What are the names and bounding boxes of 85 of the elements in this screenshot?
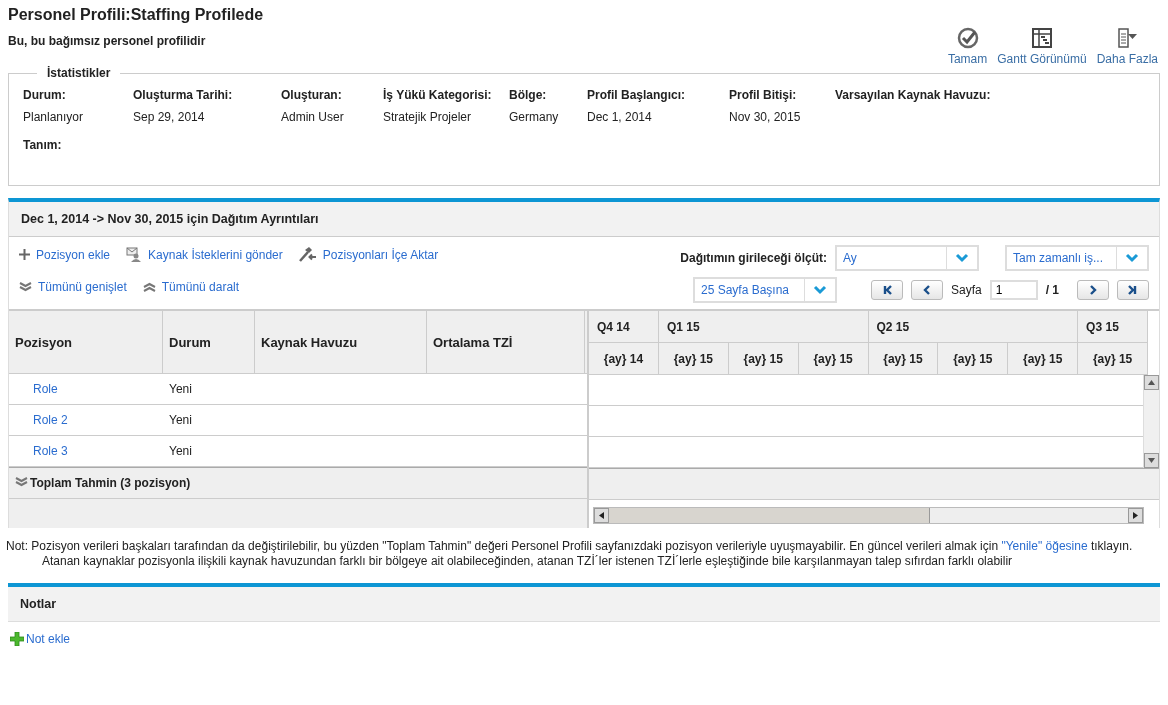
toolbar-button[interactable]: Gantt Görünümü	[997, 27, 1087, 66]
double-chevron-down-icon	[15, 477, 28, 487]
measure-label: Dağıtımın girileceği ölçüt:	[680, 251, 827, 265]
chevron-right-icon	[1087, 284, 1099, 296]
field-value: Stratejik Projeler	[383, 110, 473, 124]
document-dropdown-icon	[1116, 27, 1139, 49]
action-link[interactable]: Pozisyonları İçe Aktar	[298, 247, 439, 262]
double-chevron-down-icon	[19, 282, 32, 292]
last-page-icon	[1127, 284, 1139, 296]
page-title: Personel Profili:Staffing Profilede	[8, 5, 264, 24]
month-header: {ay} 15	[728, 343, 799, 374]
previous-page-button[interactable]	[910, 280, 943, 300]
field-value: Admin User	[281, 110, 345, 124]
toolbar-button[interactable]: Daha Fazla	[1096, 27, 1158, 66]
vertical-scrollbar[interactable]	[1143, 375, 1159, 468]
plus-icon	[10, 632, 24, 646]
quarter-header: Q1 15	[658, 311, 869, 342]
triangle-down-icon[interactable]	[1148, 458, 1155, 463]
month-header: {ay} 15	[658, 343, 729, 374]
note-detail: Atanan kaynaklar pozisyonla ilişkili kaynak havuzundan farklı bir bölgeye ait olabileceğinden, atanan TZİ´ler istenen TZİ´lerle eşleştiğinde bile karşılanmayan talep sıfırdan farklı olabilir	[42, 554, 1014, 569]
next-page-button[interactable]	[1077, 280, 1109, 300]
field-label: İş Yükü Kategorisi:	[383, 88, 493, 102]
column-header[interactable]: Durum	[163, 311, 255, 373]
position-link[interactable]: Role	[9, 382, 163, 396]
field-value: Sep 29, 2014	[133, 110, 206, 124]
position-link[interactable]: Role 3	[9, 444, 163, 458]
hammer-arrow-icon	[298, 247, 317, 262]
field-label: Oluşturan:	[281, 88, 343, 102]
column-header[interactable]: Kaynak Havuzu	[255, 311, 427, 373]
action-link[interactable]: Kaynak İsteklerini gönder	[126, 247, 283, 262]
quarter-header: Q3 15	[1078, 311, 1148, 342]
field-label: Durum:	[23, 88, 67, 102]
statistics-legend: İstatistikler	[37, 66, 121, 80]
add-note-link[interactable]: Not ekle	[10, 632, 1168, 646]
refresh-link[interactable]: "Yenile" öğesine	[1001, 539, 1088, 553]
unit-dropdown[interactable]: Tam zamanlı iş...	[1005, 245, 1149, 271]
field-label: Profil Bitişi:	[729, 88, 798, 102]
panel-title: Notlar	[8, 583, 1160, 622]
triangle-up-icon[interactable]	[1148, 380, 1155, 385]
measure-dropdown[interactable]: Ay	[835, 245, 979, 271]
field-label: Tanım:	[23, 138, 63, 152]
triangle-left-icon[interactable]	[599, 512, 604, 519]
quarter-header: Q4 14	[589, 311, 659, 342]
page-label: Sayfa	[950, 283, 982, 297]
status-cell-text: Yeni	[168, 413, 193, 427]
double-chevron-up-icon	[142, 282, 156, 292]
position-link[interactable]: Role 2	[9, 413, 163, 427]
panel-title: Dec 1, 2014 -> Nov 30, 2015 için Dağıtım Ayrıntıları	[9, 202, 1159, 237]
toolbar-button[interactable]: Tamam	[947, 27, 988, 66]
page-size-dropdown[interactable]: 25 Sayfa Başına	[692, 277, 837, 303]
month-header: {ay} 15	[798, 343, 869, 374]
summary-label: Toplam Tahmin (3 pozisyon)	[30, 476, 191, 490]
field-value: Dec 1, 2014	[587, 110, 653, 124]
column-header[interactable]: Pozisyon	[9, 311, 163, 373]
column-header[interactable]: Ortalama TZİ	[427, 311, 585, 373]
month-header: {ay} 15	[1008, 343, 1079, 374]
month-header: {ay} 15	[868, 343, 939, 374]
gantt-chart-icon	[1030, 27, 1053, 49]
field-value: Nov 30, 2015	[729, 110, 802, 124]
mail-person-icon	[126, 247, 143, 262]
month-header: {ay} 15	[1078, 343, 1148, 374]
check-circle-icon	[956, 27, 979, 49]
status-cell-text: Yeni	[168, 444, 193, 458]
horizontal-scrollbar[interactable]	[593, 507, 1144, 524]
field-label: Profil Başlangıcı:	[587, 88, 687, 102]
field-value: Planlanıyor	[23, 110, 85, 124]
status-cell-text: Yeni	[168, 382, 193, 396]
action-link[interactable]: Tümünü daralt	[142, 280, 240, 294]
page-input[interactable]: 1	[989, 280, 1038, 300]
field-label: Oluşturma Tarihi:	[133, 88, 234, 102]
field-label: Bölge:	[509, 88, 548, 102]
month-header: {ay} 15	[938, 343, 1009, 374]
page-subtitle: Bu, bu bağımsız personel profilidir	[8, 34, 207, 48]
month-header: {ay} 14	[589, 343, 659, 374]
plus-icon	[19, 249, 30, 260]
field-label: Varsayılan Kaynak Havuzu:	[835, 88, 992, 102]
first-page-button[interactable]	[870, 280, 903, 300]
page-total: / 1	[1045, 283, 1059, 297]
note-text: Not: Pozisyon verileri başkaları tarafından da değiştirilebilir, bu yüzden "Toplam Tahmin" değeri Personel Profili sayfanızdaki pozisyon verileriyle uyuşmayabilir. En güncel verileri almak için "Yenile" öğesine tıklayın.	[6, 538, 1134, 554]
triangle-right-icon[interactable]	[1133, 512, 1138, 519]
action-link[interactable]: Pozisyon ekle	[19, 247, 111, 262]
field-value: Germany	[509, 110, 560, 124]
quarter-header: Q2 15	[868, 311, 1079, 342]
action-link[interactable]: Tümünü genişlet	[19, 280, 127, 294]
last-page-button[interactable]	[1117, 280, 1149, 300]
